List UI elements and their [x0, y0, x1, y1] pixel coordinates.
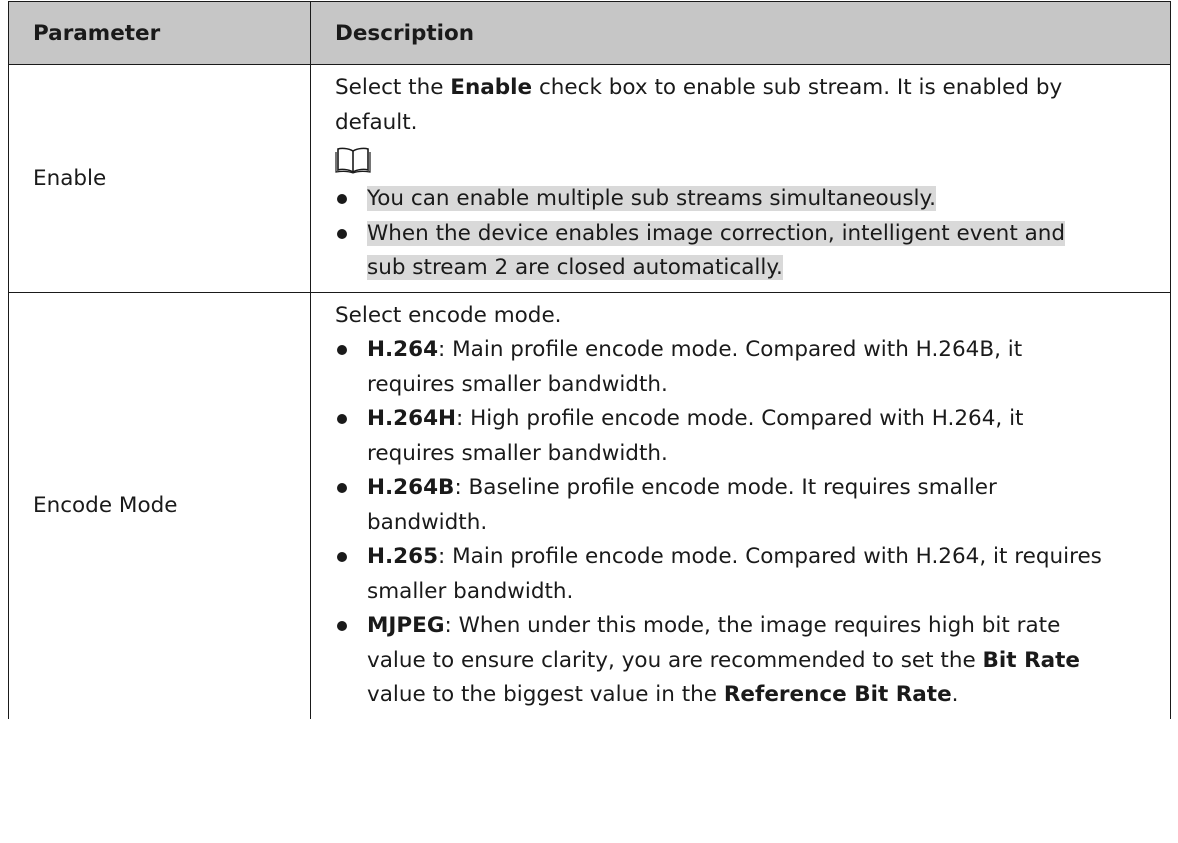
- term-h264b: H.264B: [367, 475, 455, 500]
- list-item: H.264: Main profile encode mode. Compare…: [335, 333, 1152, 402]
- item-text-cont: requires smaller bandwidth.: [367, 371, 668, 397]
- bullet-icon: [337, 621, 347, 631]
- header-description: Description: [310, 1, 1171, 65]
- term-bit-rate: Bit Rate: [982, 647, 1080, 673]
- item-text: : When under this mode, the image requir…: [444, 613, 1061, 638]
- note-text: You can enable multiple sub streams simu…: [367, 186, 937, 211]
- enable-intro-post: check box to enable sub stream. It is en…: [532, 75, 1063, 100]
- item-text-cont: bandwidth.: [367, 509, 488, 535]
- bullet-icon: [337, 228, 347, 239]
- item-text-cont: requires smaller bandwidth.: [367, 440, 668, 466]
- note-text-line1: When the device enables image correction…: [367, 220, 1066, 246]
- enable-intro-line1: Select the Enable check box to enable su…: [335, 71, 1152, 106]
- term-reference-bit-rate: Reference Bit Rate: [723, 682, 952, 707]
- enable-intro-bold: Enable: [450, 75, 533, 100]
- desc-encode-mode: Select encode mode. H.264: Main profile …: [310, 291, 1171, 719]
- encode-intro: Select encode mode.: [335, 302, 562, 328]
- encode-mode-list: H.264: Main profile encode mode. Compare…: [335, 333, 1152, 713]
- list-item: When the device enables image correction…: [335, 217, 1152, 286]
- term-h265: H.265: [367, 544, 439, 569]
- table-row: Encode Mode Select encode mode. H.264: M…: [8, 291, 1171, 719]
- term-h264: H.264: [367, 337, 439, 362]
- item-text: : Main profile encode mode. Compared wit…: [438, 337, 1023, 362]
- header-parameter: Parameter: [8, 1, 311, 65]
- item-text-cont: smaller bandwidth.: [367, 578, 574, 604]
- param-enable: Enable: [8, 64, 311, 293]
- term-h264h: H.264H: [367, 406, 457, 431]
- list-item: H.264H: High profile encode mode. Compar…: [335, 402, 1152, 471]
- enable-intro-line2: default.: [335, 109, 418, 135]
- parameter-table: Parameter Description Enable Select the …: [8, 1, 1171, 719]
- bullet-icon: [337, 414, 347, 424]
- item-text-cont: value to the biggest value in the: [367, 682, 724, 707]
- note-text-line2: sub stream 2 are closed automatically.: [367, 255, 783, 280]
- table-header-row: Parameter Description: [8, 1, 1171, 65]
- item-text: : High profile encode mode. Compared wit…: [456, 406, 1024, 431]
- param-encode-mode: Encode Mode: [8, 291, 311, 719]
- item-text: : Baseline profile encode mode. It requi…: [454, 475, 997, 500]
- bullet-icon: [337, 552, 347, 562]
- bullet-icon: [337, 194, 347, 204]
- term-mjpeg: MJPEG: [367, 613, 445, 638]
- list-item: MJPEG: When under this mode, the image r…: [335, 609, 1152, 713]
- book-note-icon: [335, 140, 1152, 182]
- list-item: You can enable multiple sub streams simu…: [335, 182, 1152, 217]
- bullet-icon: [337, 483, 347, 493]
- list-item: H.265: Main profile encode mode. Compare…: [335, 540, 1152, 609]
- desc-enable: Select the Enable check box to enable su…: [310, 64, 1171, 293]
- bullet-icon: [337, 345, 347, 355]
- item-text-cont: value to ensure clarity, you are recomme…: [367, 647, 983, 673]
- item-text: : Main profile encode mode. Compared wit…: [438, 544, 1102, 569]
- table-row: Enable Select the Enable check box to en…: [8, 64, 1171, 293]
- item-text-end: .: [951, 682, 959, 707]
- enable-note-list: You can enable multiple sub streams simu…: [335, 182, 1152, 286]
- enable-intro-pre: Select the: [335, 75, 451, 100]
- list-item: H.264B: Baseline profile encode mode. It…: [335, 471, 1152, 540]
